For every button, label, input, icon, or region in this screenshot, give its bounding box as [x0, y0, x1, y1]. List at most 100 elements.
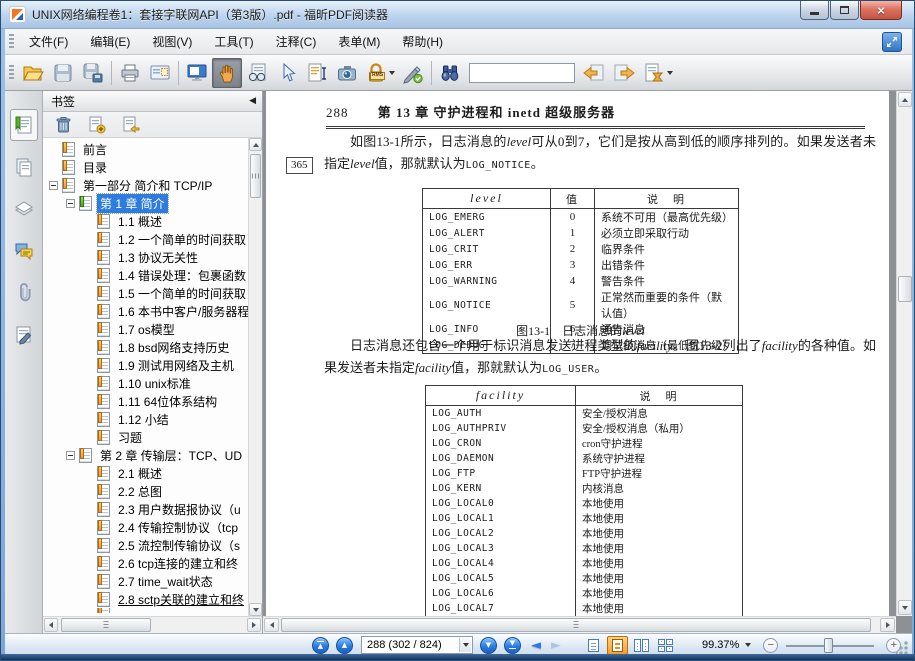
bookmark-tree-item[interactable]: 2.2 总图 [43, 482, 248, 500]
resize-grip[interactable] [896, 641, 909, 654]
bookmark-tree-item[interactable]: 1.7 os模型 [43, 320, 248, 338]
reading-mode-button[interactable] [242, 58, 272, 88]
page-history-caret[interactable] [667, 70, 673, 75]
menu-item[interactable]: 帮助(H) [391, 29, 454, 54]
bookmark-tree-item[interactable]: 1.2 一个简单的时间获取 [43, 230, 248, 248]
bookmark-tree-item[interactable]: 1.12 小结 [43, 410, 248, 428]
menu-item[interactable]: 注释(C) [265, 29, 328, 54]
select-text-button[interactable] [302, 58, 332, 88]
bookmark-tree-item[interactable]: 1.11 64位体系结构 [43, 392, 248, 410]
previous-page-button[interactable]: ▲ [336, 636, 353, 654]
save-button[interactable] [48, 58, 78, 88]
delete-bookmark-button[interactable] [51, 114, 75, 136]
mail-button[interactable] [145, 58, 175, 88]
minimize-button[interactable] [800, 1, 829, 20]
find-next-button[interactable] [609, 58, 639, 88]
tree-expander-icon[interactable] [49, 180, 58, 190]
hand-tool-button[interactable] [212, 57, 242, 88]
scroll-thumb[interactable] [250, 154, 261, 198]
bookmark-tree-item[interactable]: 第 1 章 简介 [43, 192, 248, 214]
tree-expander-icon[interactable] [66, 450, 75, 460]
bookmark-tree-item[interactable]: 目录 [43, 158, 248, 176]
scroll-thumb[interactable] [281, 618, 871, 632]
bookmark-tree-item[interactable]: 2.8 sctp关联的建立和终 [43, 590, 248, 608]
save-as-button[interactable] [78, 58, 108, 88]
fit-window-button[interactable] [182, 58, 212, 88]
find-previous-button[interactable] [579, 58, 609, 88]
continuous-facing-layout-button[interactable] [655, 636, 676, 655]
bookmark-tree-item[interactable]: 1.4 错误处理：包裹函数 [43, 266, 248, 284]
bookmark-tree-item[interactable] [43, 608, 248, 613]
scroll-right-button[interactable] [247, 618, 261, 632]
zoom-slider[interactable] [786, 637, 875, 653]
page-field-dropdown[interactable] [459, 638, 471, 652]
bookmark-tree-item[interactable]: 1.6 本书中客户/服务器程 [43, 302, 248, 320]
page-history-button[interactable] [639, 58, 677, 88]
sidebar-hscrollbar[interactable] [43, 616, 262, 633]
menu-item[interactable]: 表单(M) [327, 29, 391, 54]
menu-item[interactable]: 视图(V) [141, 29, 203, 54]
layers-panel-button[interactable] [10, 193, 38, 225]
zoom-slider-thumb[interactable] [824, 637, 834, 653]
add-bookmark-button[interactable] [85, 114, 109, 136]
page-number-field[interactable]: 288 (302 / 824) [361, 636, 473, 654]
comments-panel-button[interactable] [10, 235, 38, 267]
scroll-up-button[interactable] [249, 138, 262, 151]
menu-item[interactable]: 文件(F) [18, 29, 79, 54]
menu-item[interactable]: 编辑(E) [79, 29, 141, 54]
titlebar[interactable]: UNIX网络编程卷1：套接字联网API（第3版）.pdf - 福昕PDF阅读器 [1, 1, 914, 29]
bookmark-tree-item[interactable]: 1.9 测试用网络及主机 [43, 356, 248, 374]
menubar-grip[interactable] [9, 33, 14, 50]
last-page-button[interactable]: ▼ [504, 636, 521, 654]
previous-view-button[interactable]: ◄ [531, 639, 541, 652]
bookmark-tree-item[interactable]: 第一部分 简介和 TCP/IP [43, 176, 248, 194]
scroll-down-button[interactable] [898, 600, 912, 615]
pages-panel-button[interactable] [10, 151, 38, 183]
document-vscrollbar[interactable] [896, 91, 912, 616]
scroll-up-button[interactable] [898, 92, 912, 107]
close-button[interactable]: × [860, 1, 902, 20]
zoom-dropdown-caret[interactable] [745, 643, 752, 647]
expand-toolbar-icon[interactable] [882, 32, 902, 52]
scroll-left-button[interactable] [264, 618, 279, 632]
bookmark-tree-item[interactable]: 1.8 bsd网络支持历史 [43, 338, 248, 356]
tree-expander-icon[interactable] [66, 198, 75, 208]
bookmark-tree-item[interactable]: 1.3 协议无关性 [43, 248, 248, 266]
scroll-right-button[interactable] [880, 618, 895, 632]
bookmark-tree-item[interactable]: 2.6 tcp连接的建立和终 [43, 554, 248, 572]
sidebar-vscrollbar[interactable] [248, 138, 262, 616]
bookmark-tree-item[interactable]: 2.1 概述 [43, 464, 248, 482]
bookmark-tree-item[interactable]: 2.5 流控制传输协议（s [43, 536, 248, 554]
bookmark-tree-item[interactable]: 习题 [43, 428, 248, 446]
bookmark-tree-item[interactable]: 第 2 章 传输层：TCP、UD [43, 446, 248, 464]
rms-protect-button[interactable]: RMS [362, 58, 398, 88]
next-view-button[interactable]: ► [551, 639, 561, 652]
scroll-left-button[interactable] [44, 618, 58, 632]
bookmark-tree-item[interactable]: 1.5 一个简单的时间获取 [43, 284, 248, 302]
bookmark-tree-item[interactable]: 2.3 用户数据报协议（u [43, 500, 248, 518]
print-button[interactable] [115, 58, 145, 88]
snapshot-button[interactable] [332, 58, 362, 88]
open-button[interactable] [18, 58, 48, 88]
collapse-sidebar-icon[interactable]: ◀ [249, 95, 256, 106]
facing-layout-button[interactable] [631, 636, 652, 655]
continuous-layout-button[interactable] [607, 635, 628, 655]
expand-bookmark-button[interactable] [119, 114, 143, 136]
search-input[interactable] [469, 62, 575, 83]
find-button[interactable] [435, 58, 465, 88]
menu-item[interactable]: 工具(T) [203, 29, 264, 54]
bookmark-tree-item[interactable]: 1.10 unix标准 [43, 374, 248, 392]
scroll-thumb[interactable] [61, 618, 151, 632]
first-page-button[interactable]: ▲ [312, 636, 329, 654]
toolbar-grip[interactable] [9, 64, 14, 81]
bookmark-tree-item[interactable]: 2.4 传输控制协议（tcp [43, 518, 248, 536]
bookmark-tree-item[interactable]: 1.1 概述 [43, 212, 248, 230]
zoom-out-button[interactable]: − [763, 637, 779, 653]
next-page-button[interactable]: ▼ [480, 636, 497, 654]
select-annotation-button[interactable] [272, 58, 302, 88]
signatures-panel-button[interactable] [10, 319, 38, 351]
rms-dropdown-caret[interactable] [389, 70, 395, 75]
bookmark-tree-item[interactable]: 前言 [43, 140, 248, 158]
signature-button[interactable] [398, 58, 428, 88]
maximize-button[interactable] [830, 1, 859, 20]
